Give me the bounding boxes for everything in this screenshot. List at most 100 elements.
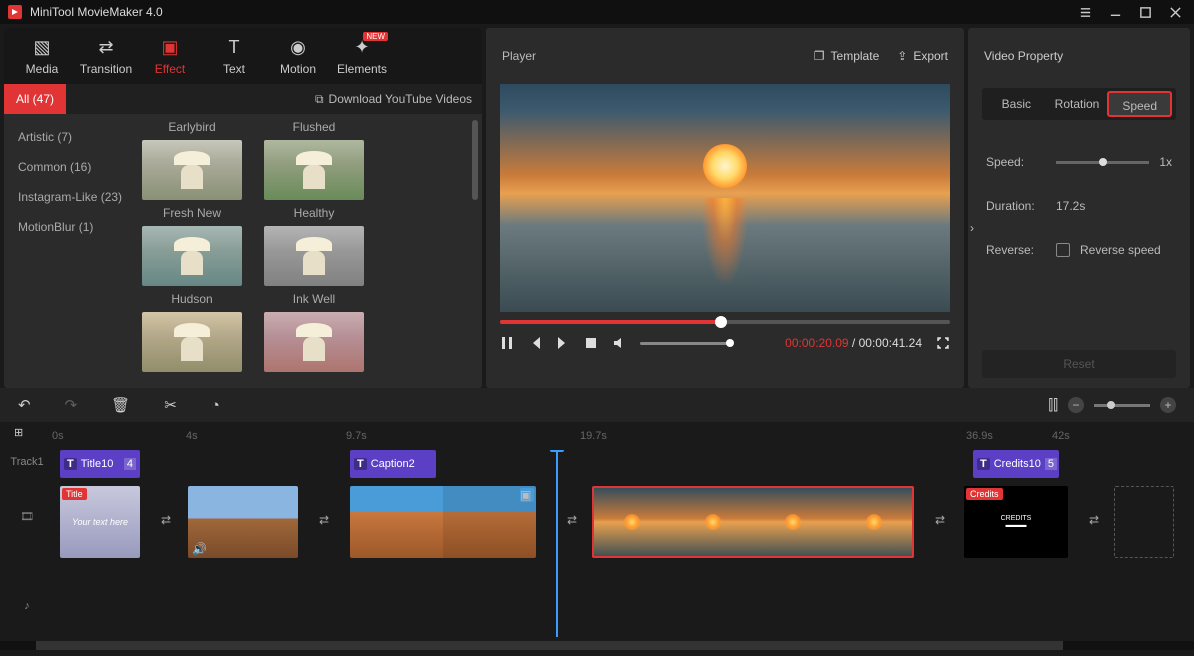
tab-speed[interactable]: Speed <box>1107 91 1172 117</box>
text-clip[interactable]: TCaption2 <box>350 450 436 478</box>
template-icon: ❐ <box>814 49 825 63</box>
minimize-icon[interactable] <box>1104 1 1126 23</box>
stack-icon: ▣ <box>520 488 534 502</box>
effect-label: Fresh New <box>142 200 242 226</box>
split-button[interactable]: ✂ <box>164 396 177 414</box>
audio-icon: 🔊 <box>192 542 207 556</box>
transition-button[interactable]: ⇄ <box>930 510 950 530</box>
template-button[interactable]: ❐Template <box>814 49 879 63</box>
ruler-tick: 4s <box>186 430 198 442</box>
prev-button[interactable] <box>528 336 542 350</box>
player-title: Player <box>502 49 536 63</box>
zoom-out-button[interactable]: − <box>1068 397 1084 413</box>
category-item[interactable]: Instagram-Like (23) <box>4 182 134 212</box>
speed-tool-button[interactable]: ◔ <box>211 397 220 414</box>
effect-category-list: Artistic (7)Common (16)Instagram-Like (2… <box>4 114 134 388</box>
add-track-icon[interactable]: ⊞ <box>14 426 23 439</box>
video-clip[interactable]: CreditsCREDITS▬▬▬ <box>964 486 1068 558</box>
time-ruler[interactable]: ⊞ 0s4s9.7s19.7s36.9s42s <box>0 422 1194 450</box>
reverse-check-label: Reverse speed <box>1080 243 1161 257</box>
effect-thumbnail[interactable] <box>264 226 364 286</box>
transition-button[interactable]: ⇄ <box>156 510 176 530</box>
video-clip[interactable] <box>592 486 914 558</box>
effect-thumbnail[interactable] <box>142 226 242 286</box>
volume-icon[interactable] <box>612 336 626 350</box>
fullscreen-button[interactable] <box>936 336 950 350</box>
transition-button[interactable]: ⇄ <box>1084 510 1104 530</box>
volume-slider[interactable] <box>640 342 730 345</box>
effect-label: Hudson <box>142 286 242 312</box>
tab-rotation[interactable]: Rotation <box>1047 91 1108 117</box>
stop-button[interactable] <box>584 336 598 350</box>
transition-icon: ⇄ <box>98 37 113 58</box>
effect-label: Ink Well <box>264 286 364 312</box>
motion-icon: ◉ <box>290 37 306 58</box>
video-track[interactable]: TitleYour text here 🔊 ▣ CreditsCREDITS▬▬▬ ⇄ ⇄… <box>52 486 1194 562</box>
app-logo <box>8 5 22 19</box>
zoom-in-button[interactable]: + <box>1160 397 1176 413</box>
video-clip[interactable]: TitleYour text here <box>60 486 140 558</box>
tab-transition[interactable]: ⇄Transition <box>74 28 138 84</box>
reverse-checkbox[interactable] <box>1056 243 1070 257</box>
text-clip[interactable]: TTitle104 <box>60 450 140 478</box>
next-button[interactable] <box>556 336 570 350</box>
ruler-tick: 36.9s <box>966 430 993 442</box>
category-item[interactable]: Artistic (7) <box>4 122 134 152</box>
undo-button[interactable]: ↶ <box>18 396 31 414</box>
ruler-tick: 9.7s <box>346 430 367 442</box>
tab-basic[interactable]: Basic <box>986 91 1047 117</box>
player-panel: Player ❐Template ⇪Export 00:00:20.09 / 0… <box>486 28 964 388</box>
track1-label: Track1 <box>4 456 50 468</box>
category-item[interactable]: MotionBlur (1) <box>4 212 134 242</box>
transition-button[interactable]: ⇄ <box>562 510 582 530</box>
text-icon: T <box>229 37 240 58</box>
app-title: MiniTool MovieMaker 4.0 <box>30 5 1066 19</box>
scrollbar[interactable] <box>472 120 478 200</box>
transition-button[interactable]: ⇄ <box>314 510 334 530</box>
effect-label: Earlybird <box>142 114 242 140</box>
effect-thumbnail[interactable] <box>142 140 242 200</box>
category-all[interactable]: All (47) <box>4 84 66 114</box>
maximize-icon[interactable] <box>1134 1 1156 23</box>
effect-label: Healthy <box>264 200 364 226</box>
effect-icon: ▣ <box>161 37 178 58</box>
effect-thumbnail[interactable] <box>142 312 242 372</box>
collapse-handle[interactable]: › <box>968 208 979 248</box>
tab-media[interactable]: ▧Media <box>10 28 74 84</box>
property-panel: › Video Property Basic Rotation Speed Sp… <box>968 28 1190 388</box>
category-item[interactable]: Common (16) <box>4 152 134 182</box>
tab-elements[interactable]: NEW✦Elements <box>330 28 394 84</box>
pause-button[interactable] <box>500 336 514 350</box>
effect-thumbnail[interactable] <box>264 140 364 200</box>
video-preview <box>500 84 950 312</box>
media-icon: ▧ <box>33 37 50 58</box>
speed-slider[interactable] <box>1056 161 1149 164</box>
text-track[interactable]: TTitle104 TCaption2 TCredits105 <box>52 450 1194 480</box>
delete-button[interactable]: 🗑 <box>111 396 130 414</box>
video-track-icon: 🎞 <box>4 510 50 523</box>
speed-label: Speed: <box>986 155 1046 169</box>
video-clip[interactable]: 🔊 <box>188 486 298 558</box>
effect-thumbnail[interactable] <box>264 312 364 372</box>
tab-motion[interactable]: ◉Motion <box>266 28 330 84</box>
download-icon: ⧉ <box>315 92 324 107</box>
video-clip[interactable]: ▣ <box>350 486 536 558</box>
text-clip[interactable]: TCredits105 <box>973 450 1059 478</box>
fit-button[interactable]: ⫿⫿ <box>1048 397 1058 414</box>
redo-button[interactable]: ↷ <box>65 396 78 414</box>
hamburger-icon[interactable] <box>1074 1 1096 23</box>
seek-bar[interactable] <box>500 320 950 324</box>
reset-button[interactable]: Reset <box>982 350 1176 378</box>
timeline-scrollbar[interactable] <box>0 641 1194 650</box>
ruler-tick: 19.7s <box>580 430 607 442</box>
export-button[interactable]: ⇪Export <box>897 49 948 63</box>
reverse-label: Reverse: <box>986 243 1046 257</box>
close-icon[interactable] <box>1164 1 1186 23</box>
zoom-slider[interactable] <box>1094 404 1150 407</box>
ruler-tick: 42s <box>1052 430 1070 442</box>
tab-effect[interactable]: ▣Effect <box>138 28 202 84</box>
tab-text[interactable]: TText <box>202 28 266 84</box>
media-panel: ▧Media⇄Transition▣EffectTText◉MotionNEW✦… <box>4 28 482 388</box>
download-youtube-link[interactable]: ⧉ Download YouTube Videos <box>315 92 472 107</box>
empty-clip-slot[interactable] <box>1114 486 1174 558</box>
